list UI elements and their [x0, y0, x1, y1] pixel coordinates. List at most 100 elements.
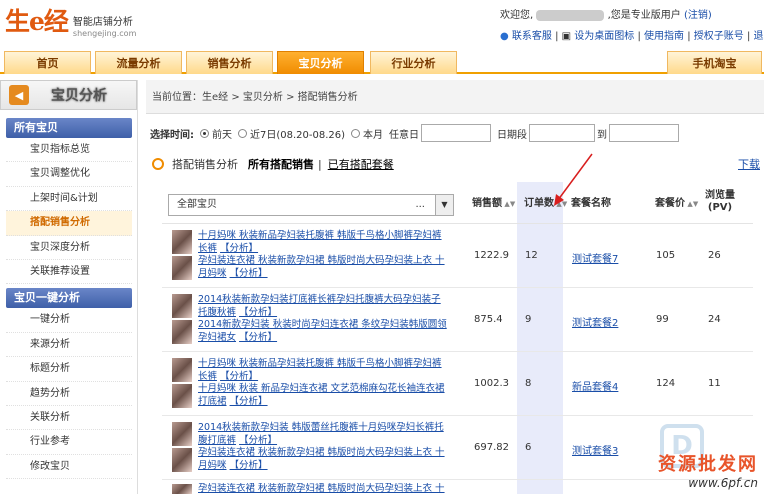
sidebar-group-one-click: 宝贝一键分析: [6, 288, 132, 308]
cell-package-link[interactable]: 新品套餐4: [572, 378, 618, 393]
any-date-input[interactable]: [421, 124, 491, 142]
filter-label: 选择时间:: [150, 126, 194, 141]
product-thumbnail[interactable]: [172, 448, 192, 472]
cell-orders: 12: [525, 250, 538, 261]
cell-sales: 875.4: [474, 314, 503, 325]
analyze-link[interactable]: 【分析】: [239, 332, 277, 343]
sidebar: ◀ 宝贝分析 所有宝贝 宝贝指标总览 宝贝调整优化 上架时间&计划 搭配销售分析…: [0, 80, 138, 494]
product-link[interactable]: 孕妇装连衣裙 秋装新款孕妇裙 韩版时尚大码孕妇装上衣 十: [198, 483, 445, 494]
cell-orders: 9: [525, 314, 531, 325]
logo-mark: 生e经: [5, 7, 68, 37]
contact-support-link[interactable]: 联系客服: [512, 31, 552, 42]
item-filter-select[interactable]: 全部宝贝 ... ▼: [168, 194, 454, 216]
product-thumbnail[interactable]: [172, 230, 192, 254]
desktop-icon: ▣: [562, 31, 571, 42]
analyze-link[interactable]: 【分析】: [230, 396, 268, 407]
tab-industry[interactable]: 行业分析: [370, 51, 457, 74]
table-header: 全部宝贝 ... ▼ 销售额 ▲▼ 订单数 ▲▼ 套餐名称 套餐价 ▲▼ 浏览量…: [162, 182, 753, 224]
cell-price: 124: [656, 378, 675, 389]
sidebar-item-title[interactable]: 标题分析: [6, 357, 132, 381]
date-range-end-input[interactable]: [609, 124, 679, 142]
cell-sales: 1222.9: [474, 250, 509, 261]
radio-label-last-7: 近7日(08.20-08.26): [250, 126, 345, 141]
existing-packages-link[interactable]: 已有搭配套餐: [328, 156, 394, 172]
date-range-label: 日期段: [497, 126, 527, 141]
sub-account-link[interactable]: 授权子账号: [694, 31, 744, 42]
support-icon: ●: [500, 31, 509, 42]
sidebar-item-trend[interactable]: 趋势分析: [6, 382, 132, 406]
product-thumbnail[interactable]: [172, 294, 192, 318]
cell-sales: 697.82: [474, 442, 509, 453]
sidebar-item-listing-time[interactable]: 上架时间&计划: [6, 187, 132, 211]
to-label: 到: [597, 126, 607, 141]
cell-orders: 8: [525, 378, 531, 389]
item-filter-value: 全部宝贝: [177, 199, 217, 210]
section-title: 搭配销售分析: [172, 156, 238, 172]
sidebar-item-relation[interactable]: 关联分析: [6, 406, 132, 430]
sidebar-title-text: 宝贝分析: [51, 85, 107, 105]
cell-package-link[interactable]: 测试套餐2: [572, 314, 618, 329]
sidebar-title: ◀ 宝贝分析: [0, 80, 137, 110]
product-thumbnail[interactable]: [172, 358, 192, 382]
analyze-link[interactable]: 【分析】: [230, 460, 268, 471]
sidebar-item-one-click[interactable]: 一键分析: [6, 308, 132, 332]
table-row: 十月妈咪 秋装新品孕妇装托腹裤 韩版千鸟格小脚裤孕妇裤长裤 【分析】 十月妈咪 …: [162, 352, 753, 416]
logo[interactable]: 生e经 智能店铺分析 shengejing.com: [5, 7, 136, 38]
download-link[interactable]: 下载: [738, 156, 760, 172]
sidebar-item-edit[interactable]: 修改宝贝: [6, 455, 132, 479]
analyze-link[interactable]: 【分析】: [220, 243, 258, 254]
logo-domain: shengejing.com: [73, 29, 136, 38]
sidebar-item-optimize[interactable]: 宝贝调整优化: [6, 162, 132, 186]
table-row: 2014秋装新款孕妇装打底裤长裤孕妇托腹裤大码孕妇装子托腹秋裤 【分析】 201…: [162, 288, 753, 352]
product-thumbnail[interactable]: [172, 256, 192, 280]
tab-traffic[interactable]: 流量分析: [95, 51, 182, 74]
product-thumbnail[interactable]: [172, 484, 192, 494]
product-thumbnail[interactable]: [172, 320, 192, 344]
chevron-left-icon: ◀: [9, 85, 29, 105]
product-link[interactable]: 2014秋装新款孕妇装 韩版蕾丝托腹裤十月妈咪孕妇长裤托腹打底裤: [198, 422, 444, 446]
radio-this-month[interactable]: [351, 129, 360, 138]
analyze-link[interactable]: 【分析】: [239, 435, 277, 446]
item-filter-dots: ...: [415, 195, 425, 215]
sidebar-item-overview[interactable]: 宝贝指标总览: [6, 138, 132, 162]
product-link[interactable]: 2014秋装新款孕妇装打底裤长裤孕妇托腹裤大码孕妇装子托腹秋裤: [198, 294, 441, 318]
radio-day-before[interactable]: [200, 129, 209, 138]
cell-price: 99: [656, 314, 669, 325]
sidebar-item-recommend[interactable]: 关联推荐设置: [6, 260, 132, 284]
all-bundle-sales-link[interactable]: 所有搭配销售: [248, 156, 314, 172]
table-row: 孕妇装连衣裙 秋装新款孕妇裙 韩版时尚大码孕妇装上衣 十: [162, 480, 753, 494]
product-link[interactable]: 2014新款孕妇装 秋装时尚孕妇连衣裙 条纹孕妇装韩版圆领孕妇裙女: [198, 319, 447, 343]
header-sales[interactable]: 销售额 ▲▼: [472, 194, 515, 209]
cell-package-link[interactable]: 测试套餐7: [572, 250, 618, 265]
tab-sales[interactable]: 销售分析: [186, 51, 273, 74]
radio-last-7-days[interactable]: [238, 129, 247, 138]
any-date-label: 任意日: [389, 126, 419, 141]
sidebar-item-source[interactable]: 来源分析: [6, 333, 132, 357]
product-thumbnail[interactable]: [172, 384, 192, 408]
analyze-link[interactable]: 【分析】: [239, 307, 277, 318]
radio-label-month: 本月: [363, 126, 383, 141]
cell-package-link[interactable]: 测试套餐3: [572, 442, 618, 457]
exit-link[interactable]: 退出: [754, 31, 764, 42]
header-pv[interactable]: 浏览量(PV): [705, 190, 735, 214]
product-thumbnail[interactable]: [172, 422, 192, 446]
sidebar-item-deep-analysis[interactable]: 宝贝深度分析: [6, 236, 132, 260]
desktop-shortcut-link[interactable]: 设为桌面图标: [574, 31, 634, 42]
analyze-link[interactable]: 【分析】: [230, 268, 268, 279]
date-range-start-input[interactable]: [529, 124, 595, 142]
cell-price: 105: [656, 250, 675, 261]
cell-pv: 24: [708, 314, 721, 325]
tab-home[interactable]: 首页: [4, 51, 91, 74]
header-package-price[interactable]: 套餐价 ▲▼: [655, 194, 698, 209]
analyze-link[interactable]: 【分析】: [220, 371, 258, 382]
cell-pv: 11: [708, 378, 721, 389]
user-guide-link[interactable]: 使用指南: [644, 31, 684, 42]
tab-mobile-taobao[interactable]: 手机淘宝: [667, 51, 762, 74]
logout-link[interactable]: (注销): [684, 10, 712, 21]
section-header: 搭配销售分析 所有搭配销售 | 已有搭配套餐 下载: [152, 156, 760, 172]
chevron-down-icon[interactable]: ▼: [435, 195, 453, 215]
sidebar-item-industry-ref[interactable]: 行业参考: [6, 430, 132, 454]
main-nav: 首页 流量分析 销售分析 宝贝分析 行业分析 手机淘宝: [0, 51, 764, 74]
sidebar-item-bundle-sales[interactable]: 搭配销售分析: [6, 211, 132, 235]
tab-item-analysis[interactable]: 宝贝分析: [277, 51, 364, 74]
